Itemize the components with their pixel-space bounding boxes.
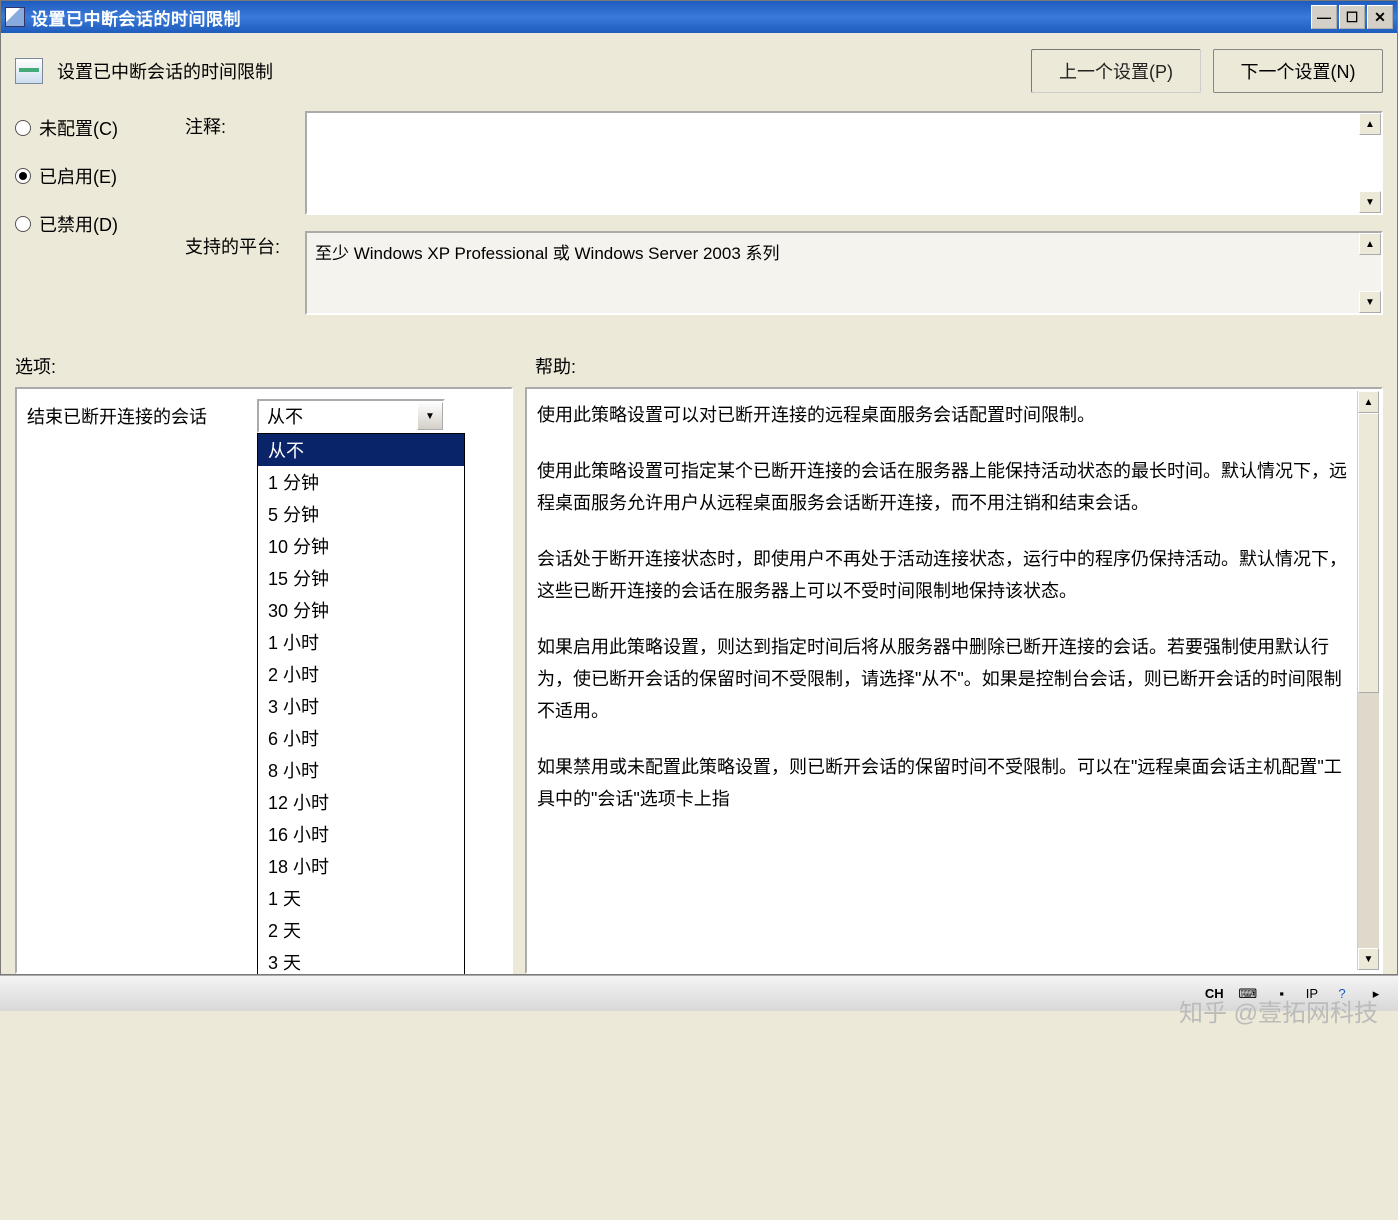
comment-textarea[interactable] [305, 111, 1383, 215]
options-panel: 结束已断开连接的会话 从不 ▼ 从不1 分钟5 分钟10 分钟15 分钟30 分… [15, 387, 513, 974]
dropdown-item[interactable]: 18 小时 [258, 850, 464, 882]
window-title: 设置已中断会话的时间限制 [31, 5, 1311, 30]
dropdown-item[interactable]: 从不 [258, 434, 464, 466]
ime-ch-label[interactable]: CH [1205, 986, 1224, 1001]
page-title: 设置已中断会话的时间限制 [57, 58, 273, 84]
dropdown-item[interactable]: 1 小时 [258, 626, 464, 658]
help-paragraph: 如果禁用或未配置此策略设置，则已断开会话的保留时间不受限制。可以在"远程桌面会话… [537, 751, 1353, 815]
platform-text: 至少 Windows XP Professional 或 Windows Ser… [305, 231, 1383, 315]
radio-enabled[interactable]: 已启用(E) [15, 163, 185, 189]
maximize-button[interactable]: ☐ [1339, 5, 1365, 29]
help-icon[interactable]: ? [1332, 984, 1352, 1004]
radio-label: 已禁用(D) [39, 211, 118, 237]
scroll-down-icon[interactable]: ▼ [1359, 291, 1381, 313]
minimize-button[interactable]: — [1311, 5, 1337, 29]
dropdown-item[interactable]: 3 小时 [258, 690, 464, 722]
comment-label: 注释: [185, 111, 305, 139]
dropdown-item[interactable]: 8 小时 [258, 754, 464, 786]
vertical-scrollbar[interactable]: ▲ ▼ [1357, 391, 1379, 970]
help-paragraph: 使用此策略设置可指定某个已断开连接的会话在服务器上能保持活动状态的最长时间。默认… [537, 455, 1353, 519]
ime-statusbar: CH ⌨ ▪ IP ? ▸ [0, 975, 1398, 1011]
close-button[interactable]: ✕ [1367, 5, 1393, 29]
radio-dot-checked-icon [15, 168, 31, 184]
next-setting-button[interactable]: 下一个设置(N) [1213, 49, 1383, 93]
session-timeout-dropdown[interactable]: 从不1 分钟5 分钟10 分钟15 分钟30 分钟1 小时2 小时3 小时6 小… [257, 433, 465, 974]
radio-label: 已启用(E) [39, 163, 117, 189]
combo-value: 从不 [267, 403, 303, 429]
help-panel: 使用此策略设置可以对已断开连接的远程桌面服务会话配置时间限制。 使用此策略设置可… [525, 387, 1383, 974]
session-timeout-combo[interactable]: 从不 ▼ [257, 399, 445, 433]
dropdown-item[interactable]: 2 小时 [258, 658, 464, 690]
dropdown-item[interactable]: 16 小时 [258, 818, 464, 850]
radio-label: 未配置(C) [39, 115, 118, 141]
dropdown-item[interactable]: 1 天 [258, 882, 464, 914]
dropdown-item[interactable]: 30 分钟 [258, 594, 464, 626]
scroll-thumb[interactable] [1358, 413, 1379, 693]
help-section-label: 帮助: [535, 353, 576, 379]
radio-not-configured[interactable]: 未配置(C) [15, 115, 185, 141]
options-section-label: 选项: [15, 353, 535, 379]
scroll-up-icon[interactable]: ▲ [1359, 113, 1381, 135]
ime-ip-label[interactable]: IP [1306, 986, 1318, 1001]
dropdown-item[interactable]: 6 小时 [258, 722, 464, 754]
help-paragraph: 使用此策略设置可以对已断开连接的远程桌面服务会话配置时间限制。 [537, 399, 1353, 431]
radio-disabled[interactable]: 已禁用(D) [15, 211, 185, 237]
options-icon[interactable]: ▸ [1366, 984, 1386, 1004]
dropdown-item[interactable]: 12 小时 [258, 786, 464, 818]
dropdown-item[interactable]: 10 分钟 [258, 530, 464, 562]
scroll-up-icon[interactable]: ▲ [1359, 233, 1381, 255]
titlebar: 设置已中断会话的时间限制 — ☐ ✕ [1, 1, 1397, 33]
app-icon [5, 7, 25, 27]
platform-label: 支持的平台: [185, 231, 305, 259]
dropdown-item[interactable]: 3 天 [258, 946, 464, 974]
option-end-session-label: 结束已断开连接的会话 [27, 403, 247, 429]
dropdown-item[interactable]: 2 天 [258, 914, 464, 946]
help-paragraph: 会话处于断开连接状态时，即使用户不再处于活动连接状态，运行中的程序仍保持活动。默… [537, 543, 1353, 607]
dropdown-item[interactable]: 1 分钟 [258, 466, 464, 498]
scroll-down-icon[interactable]: ▼ [1358, 948, 1379, 970]
help-paragraph: 如果启用此策略设置，则达到指定时间后将从服务器中删除已断开连接的会话。若要强制使… [537, 631, 1353, 727]
policy-icon [15, 58, 43, 84]
prev-setting-button[interactable]: 上一个设置(P) [1031, 49, 1201, 93]
input-mode-icon[interactable]: ▪ [1272, 984, 1292, 1004]
scroll-up-icon[interactable]: ▲ [1358, 391, 1379, 413]
dropdown-item[interactable]: 15 分钟 [258, 562, 464, 594]
dropdown-item[interactable]: 5 分钟 [258, 498, 464, 530]
chevron-down-icon: ▼ [417, 402, 443, 430]
scroll-down-icon[interactable]: ▼ [1359, 191, 1381, 213]
radio-dot-icon [15, 216, 31, 232]
radio-dot-icon [15, 120, 31, 136]
keyboard-icon[interactable]: ⌨ [1238, 984, 1258, 1004]
